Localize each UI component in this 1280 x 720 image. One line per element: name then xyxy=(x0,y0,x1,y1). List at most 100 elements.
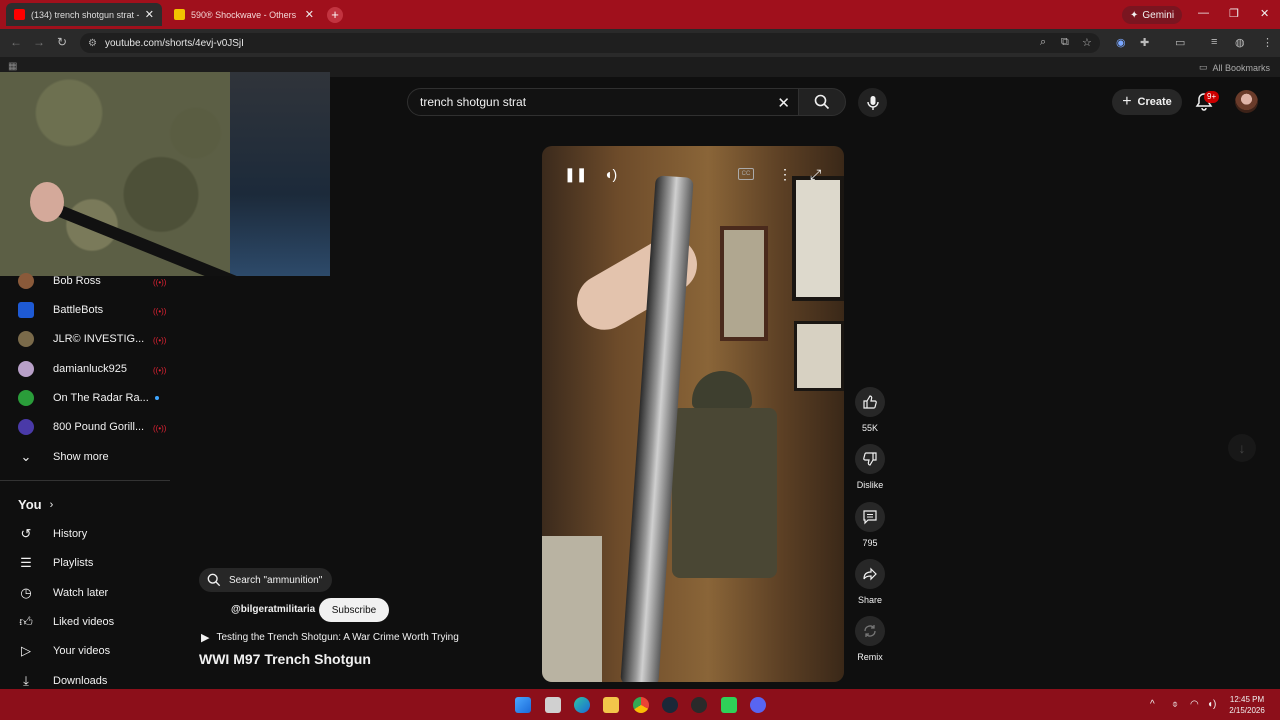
system-clock[interactable]: 12:45 PM 2/15/2026 xyxy=(1222,694,1272,716)
subscription-item[interactable]: damianluck925 ((•)) xyxy=(18,358,166,380)
mic-tray-icon[interactable]: ⌽ xyxy=(1172,699,1178,710)
channel-handle[interactable]: @bilgeratmilitaria xyxy=(231,604,315,615)
subscription-item[interactable]: JLR© INVESTIG... ((•)) xyxy=(18,328,166,350)
account-avatar[interactable] xyxy=(1235,90,1258,113)
edge-browser-icon[interactable] xyxy=(574,697,590,713)
profile-icon[interactable]: ◍ xyxy=(1235,36,1245,49)
close-window-icon[interactable]: ✕ xyxy=(1260,7,1269,20)
site-info-icon[interactable]: ⚙ xyxy=(88,38,97,49)
close-tab-icon[interactable]: ✕ xyxy=(145,8,154,21)
file-explorer-icon[interactable] xyxy=(603,697,619,713)
fullscreen-icon[interactable]: ⤢ xyxy=(810,166,821,183)
reading-list-icon[interactable]: ≡ xyxy=(1211,36,1217,48)
restore-icon[interactable]: ❐ xyxy=(1229,7,1239,20)
minimize-icon[interactable]: — xyxy=(1198,7,1209,19)
you-label: You xyxy=(18,497,42,512)
network-icon[interactable]: ◠ xyxy=(1190,699,1199,710)
like-count: 55K xyxy=(861,423,878,433)
channel-avatar xyxy=(18,302,34,318)
bookmark-star-icon[interactable]: ☆ xyxy=(1082,36,1092,49)
sidebar-item-your-videos[interactable]: ▷ Your videos xyxy=(18,640,163,662)
live-indicator-icon: ((•)) xyxy=(153,307,167,316)
webcam-overlay xyxy=(0,72,330,276)
create-button[interactable]: + Create xyxy=(1112,89,1182,115)
dislike-button[interactable]: Dislike xyxy=(855,444,885,490)
search-button[interactable] xyxy=(798,88,846,116)
history-icon: ↺ xyxy=(20,526,32,541)
subscription-item[interactable]: Bob Ross ((•)) xyxy=(18,270,167,292)
kick-app-icon[interactable] xyxy=(721,697,737,713)
sidebar-toggle-icon[interactable]: ▭ xyxy=(1175,36,1185,49)
gemini-label: Gemini xyxy=(1142,9,1175,21)
streamer-hand xyxy=(30,182,64,222)
cast-icon[interactable]: ⧉ xyxy=(1061,36,1069,49)
subscription-item[interactable]: 800 Pound Gorill... ((•)) xyxy=(18,416,166,438)
chrome-browser-icon[interactable] xyxy=(633,697,649,713)
tab-shockwave[interactable]: 590® Shockwave - Others - Fo ✕ xyxy=(166,3,322,26)
back-icon[interactable]: ← xyxy=(10,35,22,49)
zoom-icon[interactable]: ⌕ xyxy=(1040,36,1046,49)
live-indicator-icon: ((•)) xyxy=(153,278,167,287)
windows-taskbar: ^ ⌽ ◠ ◖) 12:45 PM 2/15/2026 xyxy=(0,689,1280,720)
tray-overflow-icon[interactable]: ^ xyxy=(1150,699,1155,710)
start-windows-icon[interactable] xyxy=(515,697,531,713)
search-icon xyxy=(207,573,221,587)
thumbs-up-icon xyxy=(855,387,885,417)
sidebar-item-watch-later[interactable]: ◷ Watch later xyxy=(18,582,163,604)
subscription-item[interactable]: On The Radar Ra... xyxy=(18,387,163,409)
notification-count-badge: 9+ xyxy=(1204,91,1220,103)
sidebar-item-history[interactable]: ↺ History xyxy=(18,523,163,545)
sidebar-item-liked-videos[interactable]: 👍︎ Liked videos xyxy=(18,611,163,633)
voice-search-button[interactable] xyxy=(858,88,887,117)
url-bar[interactable]: ⚙ youtube.com/shorts/4evj-v0JSjI xyxy=(80,33,1100,53)
browser-menu-icon[interactable]: ⋮ xyxy=(1262,36,1273,49)
search-icon xyxy=(814,94,830,110)
related-video-link[interactable]: ▶ Testing the Trench Shotgun: A War Crim… xyxy=(201,631,459,644)
obs-icon[interactable] xyxy=(691,697,707,713)
downloads-icon: ⤓ xyxy=(23,673,29,688)
volume-icon[interactable]: ◖) xyxy=(604,166,617,182)
apps-grid-icon[interactable]: ▦ xyxy=(8,61,17,72)
extension-icon[interactable]: ◉ xyxy=(1116,36,1126,49)
gemini-button[interactable]: ✦ Gemini xyxy=(1122,6,1183,24)
all-bookmarks-button[interactable]: ▭ All Bookmarks xyxy=(1199,62,1270,73)
extensions-puzzle-icon[interactable]: ✚ xyxy=(1140,36,1149,49)
captions-button[interactable]: CC xyxy=(738,168,754,180)
next-short-arrow-icon[interactable]: ↓ xyxy=(1228,434,1256,462)
share-button[interactable]: Share xyxy=(855,559,885,605)
sidebar-item-label: Downloads xyxy=(53,675,108,687)
new-tab-button[interactable]: + xyxy=(327,7,343,23)
search-suggestion-chip[interactable]: Search "ammunition" xyxy=(199,568,333,592)
you-section-header[interactable]: You › xyxy=(18,497,53,512)
related-video-title: Testing the Trench Shotgun: A War Crime … xyxy=(216,632,459,643)
clear-search-icon[interactable]: ✕ xyxy=(777,94,790,112)
sidebar-item-label: Liked videos xyxy=(53,616,115,628)
task-view-icon[interactable] xyxy=(545,697,561,713)
sidebar-item-playlists[interactable]: ☰ Playlists xyxy=(18,552,163,574)
subscribe-button[interactable]: Subscribe xyxy=(319,598,389,622)
reload-icon[interactable]: ↻ xyxy=(57,35,67,49)
remix-button[interactable]: Remix xyxy=(855,616,885,662)
steam-icon[interactable] xyxy=(662,697,678,713)
forward-icon[interactable]: → xyxy=(33,35,45,49)
subscription-item[interactable]: BattleBots ((•)) xyxy=(18,299,167,321)
comments-button[interactable]: 795 xyxy=(855,502,885,548)
short-title: WWI M97 Trench Shotgun xyxy=(199,651,371,667)
volume-tray-icon[interactable]: ◖) xyxy=(1207,699,1216,710)
close-tab-icon[interactable]: ✕ xyxy=(305,8,314,21)
microphone-icon xyxy=(866,95,879,110)
pause-icon[interactable]: ❚❚ xyxy=(564,166,587,183)
tab-youtube[interactable]: (134) trench shotgun strat - YouTube ✕ xyxy=(6,3,162,26)
liked-icon: 👍︎ xyxy=(19,614,33,629)
plus-icon: + xyxy=(1122,93,1132,110)
site-favicon-icon xyxy=(174,9,185,20)
show-more-button[interactable]: ⌄ Show more xyxy=(18,446,163,468)
channel-name: damianluck925 xyxy=(53,363,127,375)
more-options-icon[interactable]: ⋮ xyxy=(778,166,792,183)
all-bookmarks-label: All Bookmarks xyxy=(1212,62,1270,73)
discord-icon[interactable] xyxy=(750,697,766,713)
like-button[interactable]: 55K xyxy=(855,387,885,433)
shorts-video-player[interactable]: ❚❚ ◖) CC ⋮ ⤢ xyxy=(542,146,844,682)
search-input[interactable]: trench shotgun strat ✕ xyxy=(407,88,799,116)
sidebar-item-label: Your videos xyxy=(53,645,111,657)
